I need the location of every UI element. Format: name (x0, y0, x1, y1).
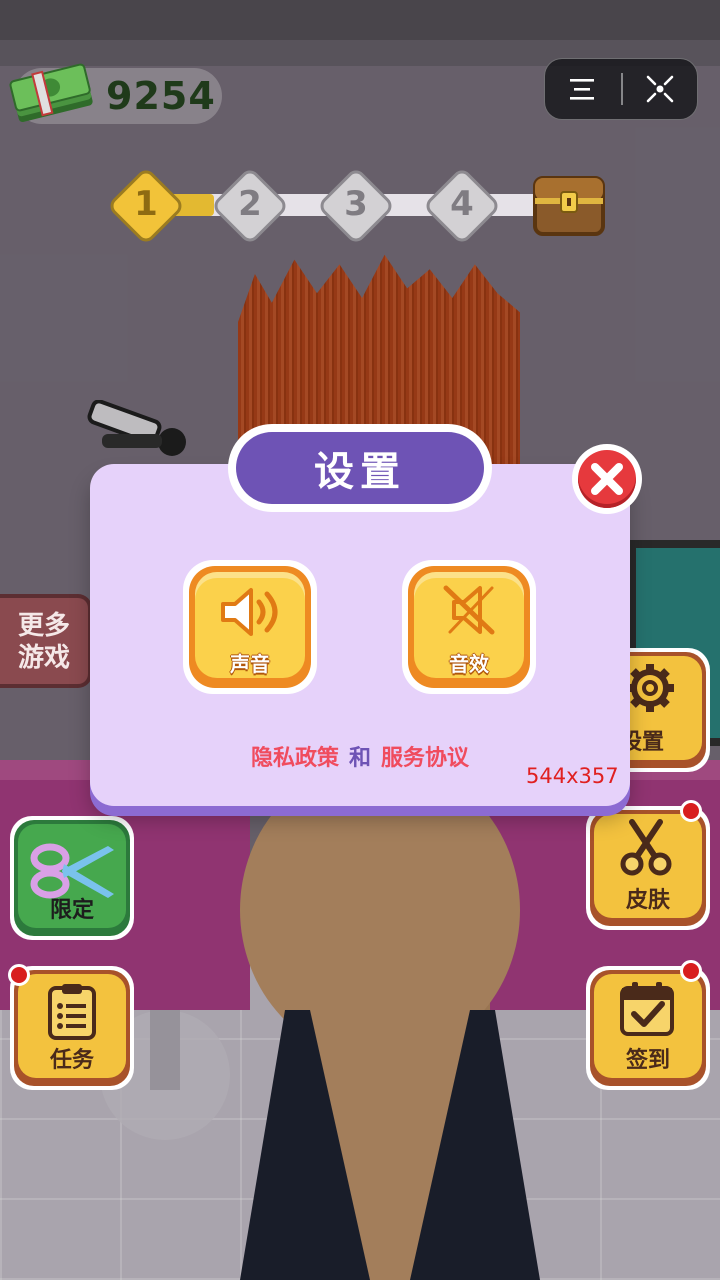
tasks-notification-dot (8, 964, 30, 986)
speaker-muted-icon (443, 585, 495, 635)
money-amount: 9254 (106, 74, 216, 118)
mini-program-capsule (544, 58, 698, 120)
skins-notification-dot (680, 800, 702, 822)
sound-label: 声音 (230, 652, 270, 676)
menu-button[interactable] (545, 59, 619, 119)
tasks-button[interactable]: 任务 (10, 966, 134, 1090)
more-games-label-line2: 游戏 (17, 643, 70, 673)
settings-label: 设置 (620, 730, 665, 755)
more-games-label-line1: 更多 (17, 611, 70, 641)
exit-button[interactable] (623, 59, 697, 119)
speaker-on-icon (221, 588, 278, 636)
level-number-3: 3 (344, 184, 368, 224)
treasure-chest-icon (533, 176, 605, 236)
tasks-label: 任务 (49, 1048, 94, 1073)
limited-label: 限定 (49, 898, 94, 923)
level-number-1: 1 (134, 184, 158, 224)
level-number-2: 2 (238, 184, 262, 224)
sound-toggle-button[interactable]: 声音 (183, 560, 317, 694)
level-number-4: 4 (450, 184, 474, 224)
checkin-notification-dot (680, 960, 702, 982)
settings-dialog-title: 设置 (236, 432, 484, 504)
skins-label: 皮肤 (625, 888, 670, 913)
money-stack-icon (9, 63, 93, 123)
limited-button[interactable]: 限定 (10, 816, 134, 940)
close-target-icon (646, 75, 674, 103)
sfx-toggle-button[interactable]: 音效 (402, 560, 536, 694)
calendar-check-icon (620, 982, 674, 1036)
gear-icon (626, 664, 674, 712)
clipboard-icon (48, 984, 96, 1040)
more-games-button[interactable]: 更多 游戏 (0, 594, 92, 688)
close-dialog-button[interactable] (572, 444, 642, 514)
menu-icon (570, 79, 594, 100)
skins-button[interactable]: 皮肤 (586, 806, 710, 930)
dialog-size-label: 544x357 (526, 764, 619, 788)
close-x-icon (591, 463, 623, 495)
checkin-button[interactable]: 签到 (586, 966, 710, 1090)
and-text: 和 (348, 746, 371, 771)
scissors-icon (620, 819, 672, 876)
privacy-policy-link[interactable]: 隐私政策 (251, 746, 339, 771)
sfx-label: 音效 (449, 652, 489, 676)
checkin-label: 签到 (625, 1048, 670, 1073)
terms-of-service-link[interactable]: 服务协议 (381, 746, 469, 771)
